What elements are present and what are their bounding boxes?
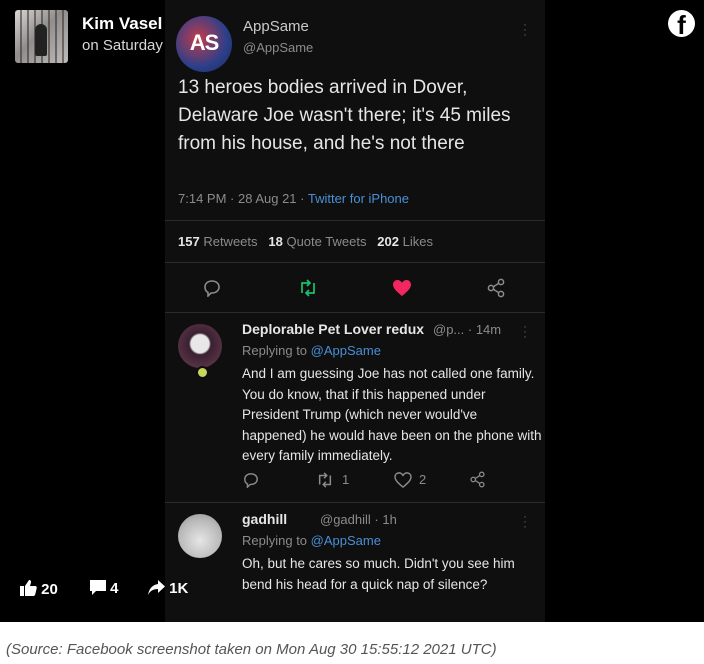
author-avatar[interactable] <box>15 10 68 63</box>
heart-icon <box>393 280 411 296</box>
retweet-icon <box>301 279 315 297</box>
likes-stat[interactable]: 20 <box>20 580 58 598</box>
comment-icon <box>90 580 106 595</box>
more-icon: · · · <box>523 319 527 343</box>
divider <box>165 262 545 263</box>
retweets-label: Retweets <box>203 234 258 249</box>
tweet-timestamp: 7:14 PM · 28 Aug 21 · <box>178 191 308 206</box>
divider <box>165 312 545 313</box>
tweet-author-avatar: AS <box>176 16 232 72</box>
reply-author-name: gadhill <box>242 511 288 527</box>
comments-count: 4 <box>110 580 119 597</box>
tweet-actions <box>178 276 528 302</box>
heart-icon <box>394 472 412 488</box>
divider <box>165 502 545 503</box>
reply-text: Oh, but he cares so much. Didn't you see… <box>242 556 515 592</box>
reply-author-name: Deplorable Pet Lover redux <box>242 321 425 337</box>
tweet-source: Twitter for iPhone <box>307 191 409 206</box>
reply-avatar <box>178 514 222 558</box>
likes-count: 202 <box>377 234 399 249</box>
online-badge <box>196 366 209 379</box>
reply-retweet-count: 1 <box>342 472 350 487</box>
thumbs-up-icon <box>20 580 37 596</box>
likes-count: 20 <box>41 581 58 598</box>
reply-handle-time: @p... · 14m <box>433 322 502 337</box>
tweet-author-handle: @AppSame <box>243 40 314 55</box>
post-time[interactable]: on Saturday <box>82 37 163 54</box>
share-arrow-icon <box>148 580 165 595</box>
retweet-icon <box>318 472 332 488</box>
more-icon: · · · <box>523 17 527 41</box>
shares-stat[interactable]: 1K <box>148 580 188 597</box>
shares-count: 1K <box>169 580 189 597</box>
reply-text: And I am guessing Joe has not called one… <box>242 366 542 463</box>
quotes-label: Quote Tweets <box>286 234 367 249</box>
reply-like-count: 2 <box>419 472 427 487</box>
tweet-stats: 157 Retweets 18 Quote Tweets 202 Likes <box>178 234 433 249</box>
divider <box>165 220 545 221</box>
reply-icon <box>244 473 258 488</box>
share-icon <box>470 471 485 488</box>
tweet-meta: 7:14 PM · 28 Aug 21 · Twitter for iPhone <box>178 191 409 206</box>
author-name[interactable]: Kim Vasel <box>82 14 162 34</box>
comments-stat[interactable]: 4 <box>90 580 119 597</box>
reply-icon <box>204 280 220 297</box>
retweets-count: 157 <box>178 234 200 249</box>
replying-to: Replying to @AppSame <box>242 343 381 358</box>
likes-label: Likes <box>402 234 433 249</box>
reply-handle-time: @gadhill · 1h <box>320 512 397 527</box>
share-icon <box>487 278 505 298</box>
tweet-text: 13 heroes bodies arrived in Dover, Delaw… <box>178 77 511 154</box>
facebook-logo-icon: f <box>668 10 695 40</box>
replying-to: Replying to @AppSame <box>242 533 381 548</box>
facebook-post: Kim Vasel on Saturday f AS AppSame @AppS… <box>0 0 704 622</box>
more-icon: · · · <box>523 509 527 533</box>
image-caption: (Source: Facebook screenshot taken on Mo… <box>6 641 497 658</box>
reply-avatar <box>178 324 222 368</box>
quotes-count: 18 <box>268 234 283 249</box>
tweet-author-name: AppSame <box>243 18 309 35</box>
